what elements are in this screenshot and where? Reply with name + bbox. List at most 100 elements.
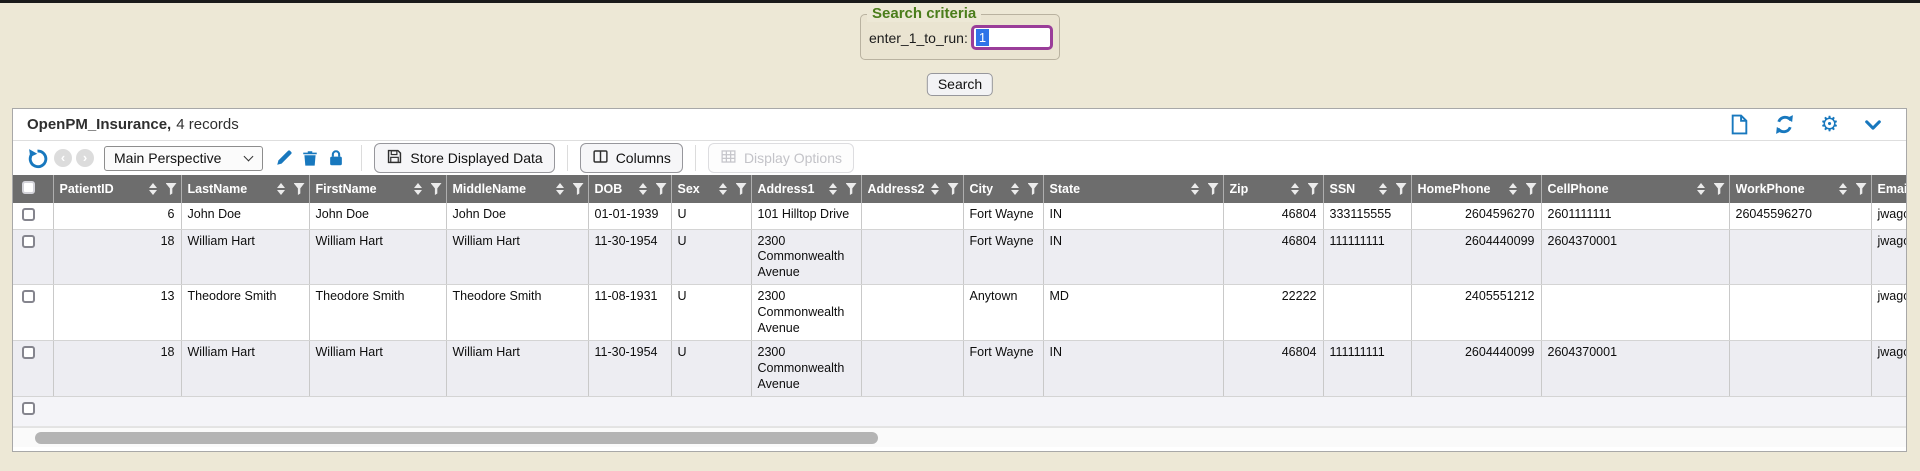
sort-icon[interactable] (1697, 183, 1705, 195)
sort-icon[interactable] (931, 183, 939, 195)
cell-lastname: Theodore Smith (181, 285, 309, 341)
columns-button[interactable]: Columns (580, 143, 683, 173)
filter-icon[interactable] (1028, 183, 1039, 195)
trash-icon[interactable] (297, 149, 323, 167)
pencil-icon[interactable] (271, 149, 297, 167)
select-all-checkbox[interactable] (13, 175, 53, 203)
column-header-firstname[interactable]: FirstName (309, 175, 446, 203)
row-checkbox-cell (13, 203, 53, 229)
sort-icon[interactable] (1509, 183, 1517, 195)
cell-state: MD (1043, 285, 1223, 341)
cell-firstname: Theodore Smith (309, 285, 446, 341)
display-options-button: Display Options (708, 143, 854, 173)
nav-forward-button[interactable]: › (76, 149, 94, 167)
filter-icon[interactable] (1308, 183, 1319, 195)
cell-state: IN (1043, 203, 1223, 229)
cell-homephone: 2604440099 (1411, 341, 1541, 397)
sort-icon[interactable] (1011, 183, 1019, 195)
sort-icon[interactable] (556, 183, 564, 195)
filter-icon[interactable] (294, 183, 305, 195)
search-button[interactable]: Search (927, 73, 993, 96)
search-criteria-fieldset: Search criteria enter_1_to_run: 1 (860, 14, 1060, 60)
column-header-state[interactable]: State (1043, 175, 1223, 203)
filter-icon[interactable] (948, 183, 959, 195)
sort-icon[interactable] (1839, 183, 1847, 195)
column-header-city[interactable]: City (963, 175, 1043, 203)
cell-middlename: William Hart (446, 341, 588, 397)
filter-icon[interactable] (1526, 183, 1537, 195)
filter-icon[interactable] (573, 183, 584, 195)
new-document-icon[interactable] (1726, 114, 1753, 135)
sort-icon[interactable] (149, 183, 157, 195)
column-header-address2[interactable]: Address2 (861, 175, 963, 203)
row-checkbox[interactable] (22, 235, 35, 248)
lock-icon[interactable] (323, 149, 349, 167)
cell-middlename: William Hart (446, 229, 588, 285)
sort-icon[interactable] (719, 183, 727, 195)
filter-icon[interactable] (846, 183, 857, 195)
sort-icon[interactable] (1379, 183, 1387, 195)
sort-icon[interactable] (1291, 183, 1299, 195)
sort-icon[interactable] (1191, 183, 1199, 195)
cell-sex: U (671, 341, 751, 397)
column-header-lastname[interactable]: LastName (181, 175, 309, 203)
cell-workphone (1729, 229, 1871, 285)
filter-icon[interactable] (1856, 183, 1867, 195)
column-header-zip[interactable]: Zip (1223, 175, 1323, 203)
filter-icon[interactable] (656, 183, 667, 195)
filter-icon[interactable] (1208, 183, 1219, 195)
cell-dob: 11-08-1931 (588, 285, 671, 341)
row-checkbox-cell (13, 341, 53, 397)
cell-ssn: 111111111 (1323, 229, 1411, 285)
new-row-checkbox[interactable] (22, 402, 35, 415)
sort-icon[interactable] (277, 183, 285, 195)
row-checkbox[interactable] (22, 290, 35, 303)
row-checkbox-cell (13, 229, 53, 285)
horizontal-scrollbar[interactable] (13, 427, 1906, 447)
column-header-middlename[interactable]: MiddleName (446, 175, 588, 203)
undo-icon[interactable] (23, 148, 52, 169)
row-checkbox[interactable] (22, 346, 35, 359)
enter-1-to-run-input[interactable]: 1 (971, 25, 1053, 50)
store-displayed-data-button[interactable]: Store Displayed Data (374, 143, 554, 173)
column-header-sex[interactable]: Sex (671, 175, 751, 203)
sort-icon[interactable] (639, 183, 647, 195)
column-header-cellphone[interactable]: CellPhone (1541, 175, 1729, 203)
cell-zip: 22222 (1223, 285, 1323, 341)
cell-zip: 46804 (1223, 229, 1323, 285)
cell-address2 (861, 285, 963, 341)
cell-zip: 46804 (1223, 203, 1323, 229)
filter-icon[interactable] (1714, 183, 1725, 195)
perspective-select[interactable]: Main Perspective (104, 146, 263, 171)
column-header-workphone[interactable]: WorkPhone (1729, 175, 1871, 203)
page: Search criteria enter_1_to_run: 1 Search… (0, 0, 1920, 471)
top-border-line (0, 0, 1920, 3)
refresh-icon[interactable] (1770, 114, 1799, 135)
column-header-address1[interactable]: Address1 (751, 175, 861, 203)
filter-icon[interactable] (1396, 183, 1407, 195)
cell-sex: U (671, 203, 751, 229)
scrollbar-thumb[interactable] (35, 432, 878, 444)
column-header-patientid[interactable]: PatientID (53, 175, 181, 203)
row-checkbox[interactable] (22, 208, 35, 221)
column-header-ssn[interactable]: SSN (1323, 175, 1411, 203)
checkbox-icon (22, 181, 35, 194)
filter-icon[interactable] (736, 183, 747, 195)
sort-icon[interactable] (829, 183, 837, 195)
search-criteria-legend: Search criteria (867, 5, 981, 22)
floppy-disk-icon (386, 148, 403, 168)
nav-back-button[interactable]: ‹ (54, 149, 72, 167)
cell-cellphone: 2601111111 (1541, 203, 1729, 229)
column-header-homephone[interactable]: HomePhone (1411, 175, 1541, 203)
filter-icon[interactable] (166, 183, 177, 195)
cell-state: IN (1043, 341, 1223, 397)
chevron-down-icon[interactable] (1860, 116, 1886, 134)
gear-icon[interactable]: ⚙ (1816, 114, 1843, 135)
cell-city: Fort Wayne (963, 229, 1043, 285)
column-header-dob[interactable]: DOB (588, 175, 671, 203)
cell-sex: U (671, 285, 751, 341)
sort-icon[interactable] (414, 183, 422, 195)
filter-icon[interactable] (431, 183, 442, 195)
column-header-email[interactable]: Email (1871, 175, 1906, 203)
cell-address1: 2300 Commonwealth Avenue (751, 285, 861, 341)
